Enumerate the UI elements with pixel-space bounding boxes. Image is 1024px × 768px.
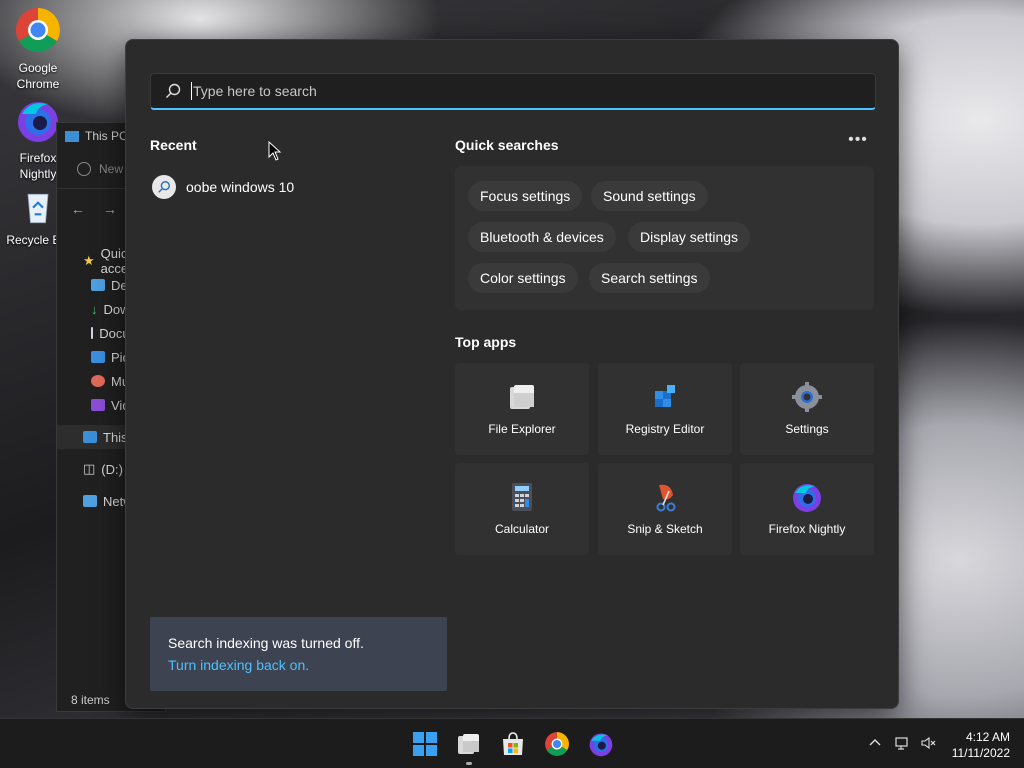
app-tile-settings[interactable]: Settings: [740, 363, 874, 455]
download-arrow-icon: ↓: [91, 301, 98, 317]
recent-heading: Recent: [150, 137, 197, 153]
app-tile-label: Firefox Nightly: [768, 522, 846, 536]
search-input[interactable]: [193, 83, 833, 99]
microsoft-store-icon[interactable]: [500, 731, 526, 757]
taskbar: 4:12 AM 11/11/2022: [0, 718, 1024, 768]
app-tile-label: Snip & Sketch: [627, 522, 703, 536]
desktop-folder-icon: [91, 279, 105, 291]
quick-search-chip[interactable]: Display settings: [628, 222, 751, 252]
app-tile-snip-sketch[interactable]: Snip & Sketch: [598, 463, 732, 555]
indexing-notice: Search indexing was turned off. Turn ind…: [150, 617, 447, 691]
search-box[interactable]: [150, 73, 876, 110]
new-button[interactable]: New: [77, 161, 123, 176]
music-icon: [91, 375, 105, 387]
app-tile-file-explorer[interactable]: File Explorer: [455, 363, 589, 455]
clock-time: 4:12 AM: [965, 730, 1010, 744]
videos-icon: [91, 399, 105, 411]
quick-search-chip[interactable]: Search settings: [589, 263, 710, 293]
status-item-count: 8 items: [71, 693, 110, 707]
registry-editor-icon: [655, 385, 675, 407]
drive-icon: ◫: [83, 461, 96, 476]
recent-item-label: oobe windows 10: [186, 179, 295, 195]
text-caret: [191, 82, 192, 100]
windows-start-icon[interactable]: [412, 731, 438, 757]
file-explorer-icon[interactable]: [456, 731, 482, 757]
search-panel: Recent oobe windows 10 Quick searches ••…: [125, 39, 899, 709]
pictures-icon: [91, 351, 105, 363]
back-arrow-icon[interactable]: ←: [71, 201, 85, 217]
app-tile-label: Calculator: [494, 522, 550, 536]
top-apps-heading: Top apps: [455, 334, 517, 350]
more-options-button[interactable]: •••: [848, 132, 868, 151]
quick-search-chip[interactable]: Sound settings: [591, 181, 708, 211]
taskbar-clock[interactable]: 4:12 AM 11/11/2022: [944, 729, 1010, 761]
app-tile-label: Settings: [785, 422, 829, 436]
running-indicator: [466, 762, 472, 765]
mouse-cursor-icon: [268, 141, 282, 161]
app-tile-label: Registry Editor: [625, 422, 705, 436]
indexing-notice-text: Search indexing was turned off.: [168, 635, 364, 651]
quick-search-chip[interactable]: Focus settings: [468, 181, 583, 211]
search-icon: [166, 83, 181, 98]
this-pc-icon: [65, 130, 79, 142]
chrome-icon: [16, 8, 60, 52]
app-tile-registry-editor[interactable]: Registry Editor: [598, 363, 732, 455]
turn-indexing-on-link[interactable]: Turn indexing back on.: [168, 657, 429, 673]
quick-searches-box: Focus settings Sound settings Bluetooth …: [455, 166, 874, 310]
network-icon[interactable]: [894, 735, 910, 751]
app-tile-calculator[interactable]: Calculator: [455, 463, 589, 555]
quick-searches-heading: Quick searches: [455, 137, 559, 153]
firefox-nightly-icon: [793, 484, 821, 512]
quick-search-chip[interactable]: Bluetooth & devices: [468, 222, 616, 252]
network-icon: [83, 495, 97, 507]
star-icon: ★: [83, 253, 95, 268]
recent-item[interactable]: oobe windows 10: [152, 174, 422, 200]
plus-circle-icon: [77, 161, 91, 176]
quick-search-chip[interactable]: Color settings: [468, 263, 578, 293]
calculator-icon: [512, 483, 532, 511]
snip-sketch-icon: [656, 484, 676, 512]
this-pc-icon: [83, 431, 97, 443]
chevron-up-icon[interactable]: [867, 735, 883, 751]
desktop-icon-chrome[interactable]: Google Chrome: [0, 6, 76, 92]
volume-muted-icon[interactable]: [920, 735, 936, 751]
chrome-icon[interactable]: [544, 731, 570, 757]
explorer-title: This PC: [85, 129, 128, 143]
recycle-bin-icon: [27, 193, 49, 224]
firefox-nightly-icon: [18, 102, 58, 142]
desktop-icon-label: Google Chrome: [16, 61, 60, 91]
file-explorer-icon: [510, 385, 534, 409]
clock-date: 11/11/2022: [951, 746, 1010, 760]
search-history-icon: [152, 175, 176, 199]
forward-arrow-icon[interactable]: →: [103, 201, 117, 217]
app-tile-firefox-nightly[interactable]: Firefox Nightly: [740, 463, 874, 555]
document-icon: [91, 327, 94, 339]
firefox-nightly-icon[interactable]: [588, 731, 614, 757]
settings-gear-icon: [792, 382, 822, 412]
app-tile-label: File Explorer: [488, 422, 556, 436]
